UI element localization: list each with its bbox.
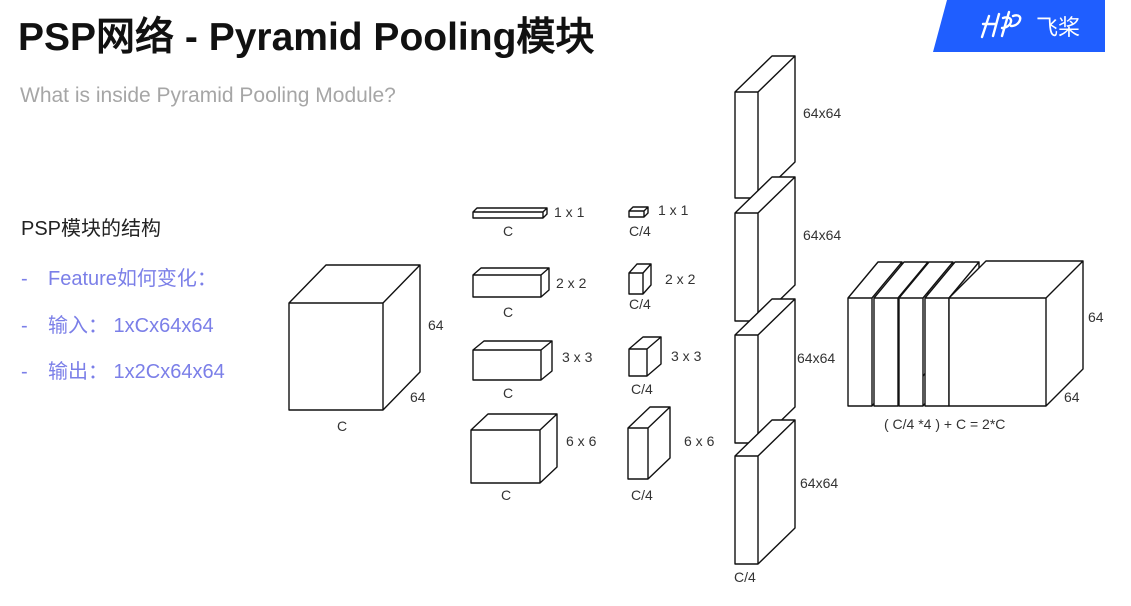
concat-size-bottom: 64: [1064, 389, 1080, 405]
reduced-channels-3: C/4: [631, 381, 653, 397]
reduced-block-6x6: [627, 406, 671, 480]
upsampled-size-4: 64x64: [800, 475, 838, 491]
reduced-channels-1: C/4: [629, 223, 651, 239]
pyramid-pooling-diagram: 64 64 C 1 x 1 C 2 x 2 C 3 x 3 C 6 x 6 C …: [288, 55, 1104, 585]
upsampled-size-1: 64x64: [803, 105, 841, 121]
input-channels: C: [337, 418, 347, 434]
pooled-size-3: 3 x 3: [562, 349, 593, 365]
pooled-channels-3: C: [503, 385, 513, 401]
pooled-channels-1: C: [503, 223, 513, 239]
reduced-channels-4: C/4: [631, 487, 653, 503]
pooled-block-6x6: [470, 413, 558, 484]
upsampled-size-3: 64x64: [797, 350, 835, 366]
reduced-block-3x3: [628, 336, 662, 377]
reduced-block-2x2: [628, 263, 652, 295]
input-feature-map-box: [288, 264, 421, 411]
pooled-channels-2: C: [503, 304, 513, 320]
concat-formula: ( C/4 *4 ) + C = 2*C: [884, 416, 1005, 432]
pooled-block-2x2: [472, 267, 550, 298]
reduced-channels-2: C/4: [629, 296, 651, 312]
pooled-block-1x1: [472, 207, 548, 219]
cube-layer: [288, 55, 1084, 565]
reduced-size-3: 3 x 3: [671, 348, 702, 364]
concat-feature-block: [948, 260, 1084, 407]
pooled-channels-4: C: [501, 487, 511, 503]
reduced-size-1: 1 x 1: [658, 202, 689, 218]
input-size-right: 64: [428, 317, 444, 333]
reduced-block-1x1: [628, 206, 649, 218]
pooled-size-4: 6 x 6: [566, 433, 597, 449]
pooled-block-3x3: [472, 340, 553, 381]
upsampled-size-2: 64x64: [803, 227, 841, 243]
pooled-size-2: 2 x 2: [556, 275, 587, 291]
input-size-bottom: 64: [410, 389, 426, 405]
reduced-size-4: 6 x 6: [684, 433, 715, 449]
upsampled-channels: C/4: [734, 569, 756, 585]
reduced-size-2: 2 x 2: [665, 271, 696, 287]
pooled-size-1: 1 x 1: [554, 204, 585, 220]
concat-size-right: 64: [1088, 309, 1104, 325]
